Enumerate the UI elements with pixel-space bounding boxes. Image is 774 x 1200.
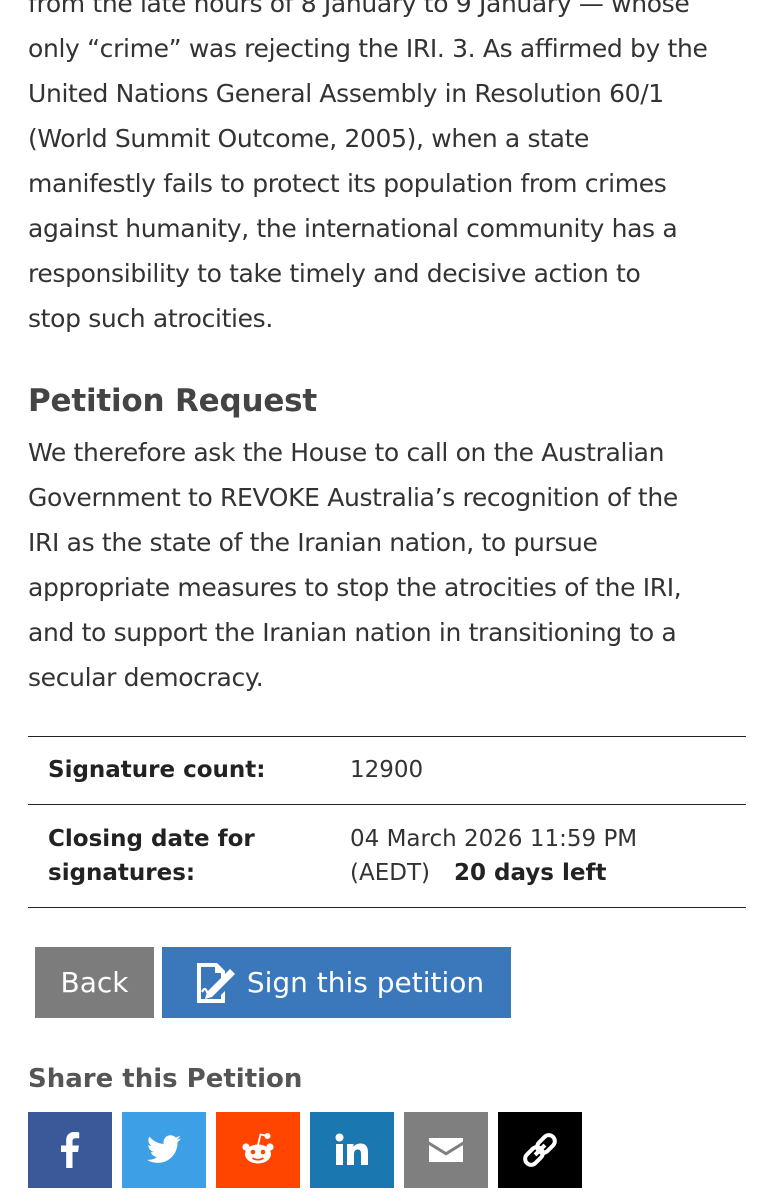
- text-line: We therefore ask the House to call on th…: [28, 438, 665, 467]
- twitter-icon: [146, 1135, 181, 1163]
- signature-count-label: Signature count:: [48, 757, 266, 783]
- petition-content: from the late hours of 8 January to 9 Ja…: [28, 0, 748, 1188]
- petition-actions: Back Sign this petition: [35, 947, 511, 1018]
- facebook-icon: [61, 1132, 80, 1168]
- petition-request-paragraph: We therefore ask the House to call on th…: [28, 430, 682, 700]
- text-line: secular democracy.: [28, 663, 264, 692]
- share-twitter-button[interactable]: [122, 1112, 206, 1188]
- text-line: from the late hours of 8 January to 9 Ja…: [28, 0, 690, 18]
- copy-link-button[interactable]: [498, 1112, 582, 1188]
- text-line: (World Summit Outcome, 2005), when a sta…: [28, 124, 590, 153]
- closing-date-row: Closing date for signatures: 04 March 20…: [28, 805, 746, 908]
- text-line: stop such atrocities.: [28, 304, 273, 333]
- share-facebook-button[interactable]: [28, 1112, 112, 1188]
- linkedin-icon: [335, 1133, 368, 1165]
- text-line: only “crime” was rejecting the IRI. 3. A…: [28, 34, 708, 63]
- closing-date-label-line1: Closing date for: [48, 826, 255, 852]
- sign-document-icon: [196, 962, 235, 1003]
- text-line: manifestly fails to protect its populati…: [28, 169, 667, 198]
- link-icon: [523, 1133, 557, 1167]
- text-line: appropriate measures to stop the atrocit…: [28, 573, 682, 602]
- sign-petition-button[interactable]: Sign this petition: [162, 947, 511, 1018]
- share-title: Share this Petition: [28, 1064, 303, 1094]
- text-line: and to support the Iranian nation in tra…: [28, 618, 677, 647]
- text-line: United Nations General Assembly in Resol…: [28, 79, 664, 108]
- closing-date-label-line2: signatures:: [48, 860, 196, 886]
- closing-date-label: Closing date for signatures:: [28, 805, 350, 908]
- share-reddit-button[interactable]: [216, 1112, 300, 1188]
- back-button-label: Back: [60, 966, 129, 999]
- share-email-button[interactable]: [404, 1112, 488, 1188]
- sign-petition-label: Sign this petition: [246, 966, 485, 999]
- reddit-icon: [242, 1133, 274, 1164]
- closing-date-datetime: 04 March 2026 11:59 PM: [350, 826, 638, 852]
- share-linkedin-button[interactable]: [310, 1112, 394, 1188]
- petition-request-heading: Petition Request: [28, 383, 318, 419]
- petition-body-paragraph: from the late hours of 8 January to 9 Ja…: [28, 0, 748, 341]
- signature-count-row: Signature count: 12900: [28, 736, 746, 805]
- days-left-text: 20 days left: [453, 860, 607, 886]
- text-line: responsibility to take timely and decisi…: [28, 259, 641, 288]
- petition-details-table: Signature count: 12900 Closing date for …: [28, 736, 746, 908]
- closing-date-value: 04 March 2026 11:59 PM (AEDT) 20 days lef…: [350, 805, 746, 908]
- email-icon: [429, 1138, 463, 1162]
- text-line: Government to REVOKE Australia’s recogni…: [28, 483, 678, 512]
- text-line: IRI as the state of the Iranian nation, …: [28, 528, 598, 557]
- signature-count-value: 12900: [350, 757, 424, 783]
- closing-date-timezone: (AEDT): [350, 860, 430, 886]
- text-line: against humanity, the international comm…: [28, 214, 678, 243]
- back-button[interactable]: Back: [35, 947, 154, 1018]
- share-buttons: [28, 1112, 582, 1188]
